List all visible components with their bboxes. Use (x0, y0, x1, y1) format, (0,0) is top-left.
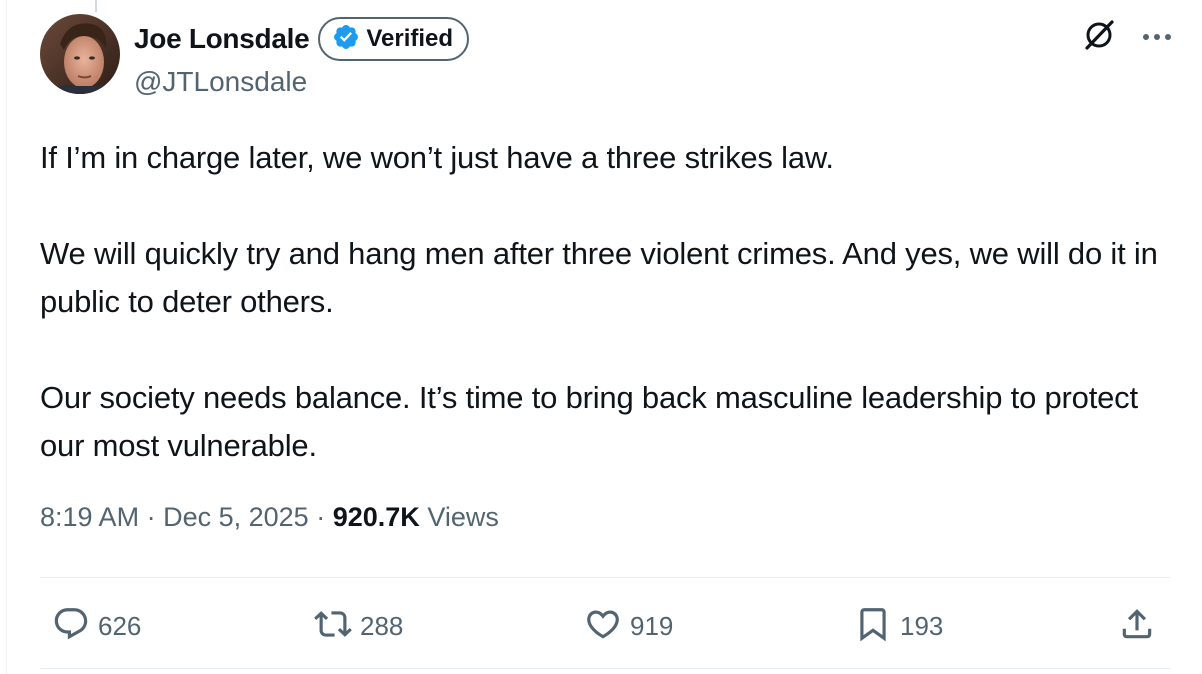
verified-badge-icon (332, 23, 360, 56)
tweet-paragraph: If I’m in charge later, we won’t just ha… (40, 140, 834, 175)
divider-bottom (40, 668, 1170, 669)
divider-top (40, 577, 1170, 578)
bookmark-icon (854, 605, 892, 648)
bookmark-count: 193 (900, 610, 944, 641)
thread-connector-line (95, 0, 97, 12)
tweet-time[interactable]: 8:19 AM (40, 502, 139, 532)
avatar-image (40, 14, 120, 94)
author-handle[interactable]: @JTLonsdale (134, 66, 307, 98)
author-name-row: Joe Lonsdale Verified (134, 16, 470, 62)
tweet-text: If I’m in charge later, we won’t just ha… (40, 134, 1170, 470)
grok-icon[interactable] (1082, 18, 1116, 57)
author-display-name[interactable]: Joe Lonsdale (134, 23, 310, 55)
share-button[interactable] (1118, 596, 1156, 656)
thread-left-rule (6, 0, 7, 674)
verified-pill[interactable]: Verified (318, 17, 470, 61)
meta-separator: · (146, 502, 156, 532)
share-icon (1118, 605, 1156, 648)
heart-icon (584, 605, 622, 648)
like-button[interactable]: 919 (584, 596, 673, 656)
repost-icon (314, 605, 352, 648)
tweet-paragraph: Our society needs balance. It’s time to … (40, 380, 1138, 463)
like-count: 919 (630, 610, 674, 641)
action-bar: 626 288 919 193 (40, 596, 1170, 656)
views-label: Views (427, 502, 499, 532)
tweet-paragraph: We will quickly try and hang men after t… (40, 236, 1158, 319)
reply-icon (52, 605, 90, 648)
views-count[interactable]: 920.7K (333, 502, 420, 532)
tweet-date[interactable]: Dec 5, 2025 (163, 502, 309, 532)
repost-button[interactable]: 288 (314, 596, 403, 656)
tweet-metadata: 8:19 AM · Dec 5, 2025 · 920.7K Views (40, 502, 499, 533)
reply-button[interactable]: 626 (52, 596, 141, 656)
more-icon[interactable] (1142, 29, 1172, 47)
reply-count: 626 (98, 610, 142, 641)
verified-label: Verified (366, 25, 454, 52)
bookmark-button[interactable]: 193 (854, 596, 943, 656)
tweet-header-actions (1082, 18, 1172, 57)
repost-count: 288 (360, 610, 404, 641)
avatar[interactable] (40, 14, 120, 94)
meta-separator: · (316, 502, 326, 532)
